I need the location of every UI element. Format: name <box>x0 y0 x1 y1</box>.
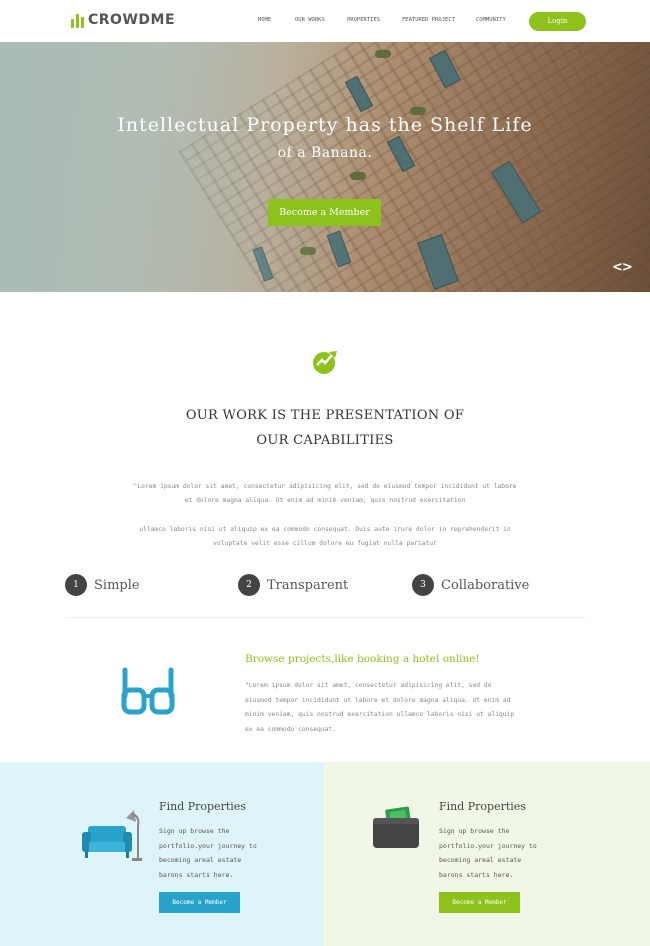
features-row: 1 Simple 2 Transparent 3 Collaborative <box>0 574 650 598</box>
panel-find-properties-left: Find Properties Sign up browse the portf… <box>0 762 324 946</box>
panel-title: Find Properties <box>159 800 246 813</box>
work-paragraph-2: ullamco laboris nisi ut aliquip ex ea co… <box>139 526 511 547</box>
hero-banner: Intellectual Property has the Shelf Life… <box>0 42 650 292</box>
browse-text: "Lorem ipsum dolor sit amet, consectetur… <box>245 682 515 733</box>
panel-become-member-button[interactable]: Become a Member <box>439 892 520 913</box>
login-button[interactable]: Login <box>529 12 586 31</box>
section-divider <box>65 617 585 618</box>
logo[interactable]: CROWDME <box>71 12 175 28</box>
feature-collaborative: 3 Collaborative <box>412 574 529 596</box>
nav-properties[interactable]: PROPERTIES <box>347 17 380 23</box>
feature-label: Simple <box>94 577 140 593</box>
glasses-icon <box>121 667 175 715</box>
nav-community[interactable]: COMMUNITY <box>476 17 506 23</box>
nav-featured-project[interactable]: FEATURED PROJECT <box>402 17 455 23</box>
wallet-icon <box>373 806 419 848</box>
browse-title: Browse projects,like booking a hotel onl… <box>245 653 480 665</box>
feature-label: Collaborative <box>441 577 530 593</box>
nav-home[interactable]: HOME <box>258 17 271 23</box>
feature-simple: 1 Simple <box>65 574 140 596</box>
slider-arrows-icon[interactable]: <> <box>612 260 633 275</box>
work-paragraph-1: "Lorem ipsum dolor sit amet, consectetur… <box>133 483 517 504</box>
panel-title: Find Properties <box>439 800 526 813</box>
panel-text: Sign up browse the portfolio.your journe… <box>439 827 537 879</box>
chart-growth-icon <box>313 351 337 374</box>
sofa-lamp-icon <box>82 810 142 861</box>
logo-text: CROWDME <box>88 12 176 28</box>
panel-become-member-button[interactable]: Become a Member <box>159 892 240 913</box>
logo-bars-icon <box>71 12 84 28</box>
feature-number-badge: 2 <box>238 574 260 596</box>
feature-number-badge: 3 <box>412 574 434 596</box>
hero-become-member-button[interactable]: Become a Member <box>268 199 381 226</box>
hero-subtitle: of a Banana. <box>277 145 373 161</box>
hero-title: Intellectual Property has the Shelf Life <box>117 114 533 136</box>
panel-find-properties-right: Find Properties Sign up browse the portf… <box>324 762 650 946</box>
panel-text: Sign up browse the portfolio.your journe… <box>159 827 257 879</box>
feature-transparent: 2 Transparent <box>238 574 348 596</box>
feature-label: Transparent <box>267 577 349 593</box>
site-header: CROWDME HOME OUR WORKS PROPERTIES FEATUR… <box>0 0 650 42</box>
nav-our-works[interactable]: OUR WORKS <box>295 17 325 23</box>
work-section-title: OUR WORK IS THE PRESENTATION OF OUR CAPA… <box>185 408 465 448</box>
feature-number-badge: 1 <box>65 574 87 596</box>
